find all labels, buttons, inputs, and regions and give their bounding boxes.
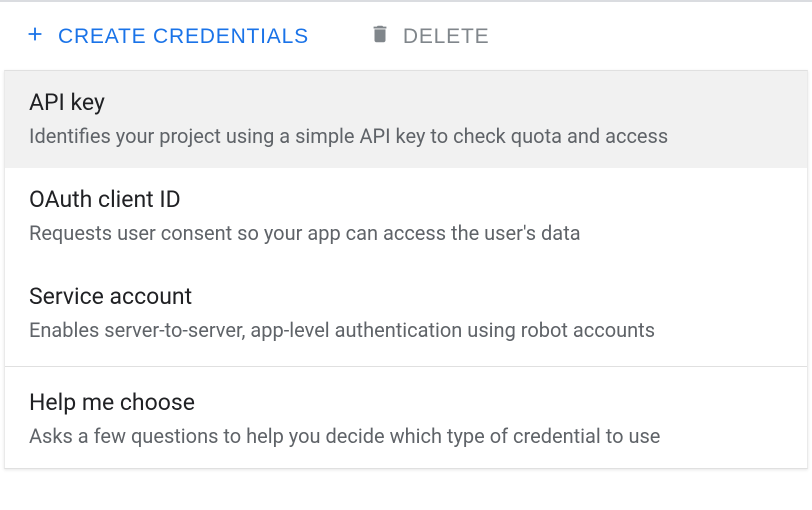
menu-item-help-me-choose[interactable]: Help me choose Asks a few questions to h… — [5, 371, 807, 468]
menu-item-description: Asks a few questions to help you decide … — [29, 422, 783, 450]
delete-label: DELETE — [403, 25, 490, 49]
menu-item-title: Help me choose — [29, 389, 783, 416]
menu-item-oauth-client-id[interactable]: OAuth client ID Requests user consent so… — [5, 168, 807, 265]
menu-item-title: OAuth client ID — [29, 186, 783, 213]
credentials-dropdown: API key Identifies your project using a … — [4, 70, 808, 469]
create-credentials-label: CREATE CREDENTIALS — [58, 25, 309, 49]
plus-icon — [24, 23, 46, 51]
create-credentials-button[interactable]: CREATE CREDENTIALS — [24, 23, 309, 51]
menu-item-description: Requests user consent so your app can ac… — [29, 219, 783, 247]
menu-divider — [5, 366, 807, 367]
menu-item-description: Identifies your project using a simple A… — [29, 122, 783, 150]
menu-item-service-account[interactable]: Service account Enables server-to-server… — [5, 265, 807, 362]
toolbar: CREATE CREDENTIALS DELETE — [0, 0, 812, 70]
menu-item-description: Enables server-to-server, app-level auth… — [29, 316, 783, 344]
delete-button[interactable]: DELETE — [369, 22, 490, 52]
menu-item-title: API key — [29, 89, 783, 116]
trash-icon — [369, 22, 391, 52]
menu-item-title: Service account — [29, 283, 783, 310]
menu-item-api-key[interactable]: API key Identifies your project using a … — [5, 71, 807, 168]
